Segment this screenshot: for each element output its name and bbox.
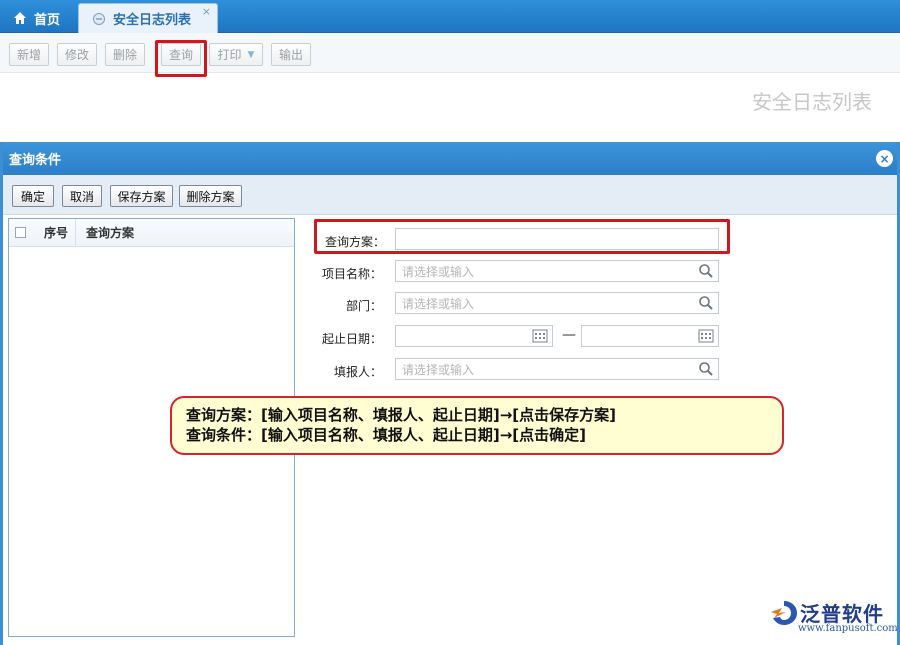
save-plan-button[interactable]: 保存方案: [110, 185, 173, 207]
reporter-input[interactable]: 请选择或输入: [395, 358, 719, 380]
callout-line-2: 查询条件：[输入项目名称、填报人、起止日期]→[点击确定]: [186, 426, 586, 444]
add-button[interactable]: 新增: [9, 43, 49, 66]
select-all-checkbox[interactable]: [15, 227, 26, 238]
tab-home-label: 首页: [34, 12, 61, 28]
column-header-seq[interactable]: 序号: [26, 218, 76, 247]
edit-button[interactable]: 修改: [57, 43, 97, 66]
search-icon[interactable]: [698, 295, 714, 311]
calendar-icon[interactable]: [698, 328, 714, 344]
tab-security-log-list[interactable]: 安全日志列表 ×: [78, 3, 218, 33]
instruction-callout: 查询方案：[输入项目名称、填报人、起止日期]→[点击保存方案] 查询条件：[输入…: [170, 396, 784, 455]
confirm-button[interactable]: 确定: [12, 185, 54, 207]
calendar-icon[interactable]: [532, 328, 548, 344]
dialog-toolbar: 确定 取消 保存方案 删除方案: [3, 175, 897, 215]
reporter-label: 填报人：: [333, 365, 382, 379]
export-button[interactable]: 输出: [271, 43, 311, 66]
close-dialog-icon[interactable]: ×: [876, 150, 893, 167]
dropdown-caret-icon: ▼: [247, 49, 255, 60]
delete-plan-button[interactable]: 删除方案: [179, 185, 242, 207]
close-tab-icon[interactable]: ×: [202, 5, 211, 18]
plan-highlight-box: [314, 219, 730, 254]
department-label: 部门：: [345, 299, 382, 313]
callout-line-1: 查询方案：[输入项目名称、填报人、起止日期]→[点击保存方案]: [186, 406, 616, 424]
query-dialog: 查询条件 × 确定 取消 保存方案 删除方案 序号 查询方案 查询方案： 项目名…: [0, 142, 900, 645]
department-placeholder: 请选择或输入: [402, 296, 475, 311]
tab-active-label: 安全日志列表: [113, 13, 192, 28]
logo-mark-icon: [771, 601, 797, 625]
home-icon: [12, 10, 28, 26]
delete-button[interactable]: 删除: [105, 43, 145, 66]
fanpu-logo: 泛普软件 www.fanpusoft.com: [770, 598, 898, 638]
search-icon[interactable]: [698, 263, 714, 279]
department-input[interactable]: 请选择或输入: [395, 292, 719, 314]
toolbar: 新增 修改 删除 查询 打印 ▼ 输出: [0, 33, 900, 73]
tab-strip: 首页 安全日志列表 ×: [0, 0, 900, 33]
dialog-title: 查询条件: [9, 153, 62, 168]
date-separator: —: [562, 327, 576, 343]
date-range-label: 起止日期：: [321, 332, 382, 346]
column-header-plan[interactable]: 查询方案: [76, 224, 134, 241]
project-name-label: 项目名称：: [321, 267, 382, 281]
start-date-input[interactable]: [395, 325, 553, 347]
plan-list-header: 序号 查询方案: [9, 218, 294, 247]
tab-home[interactable]: 首页: [0, 3, 75, 33]
page-icon: [91, 11, 107, 27]
end-date-input[interactable]: [581, 325, 719, 347]
project-name-placeholder: 请选择或输入: [402, 264, 475, 279]
search-icon[interactable]: [698, 361, 714, 377]
cancel-button[interactable]: 取消: [62, 185, 102, 207]
page-title: 安全日志列表: [752, 90, 872, 114]
print-button-label: 打印: [217, 48, 242, 62]
project-name-input[interactable]: 请选择或输入: [395, 260, 719, 282]
print-button[interactable]: 打印 ▼: [209, 43, 263, 66]
dialog-header: 查询条件 ×: [3, 142, 897, 175]
reporter-placeholder: 请选择或输入: [402, 362, 475, 377]
query-highlight-box: [155, 40, 207, 77]
logo-url: www.fanpusoft.com: [798, 623, 898, 634]
